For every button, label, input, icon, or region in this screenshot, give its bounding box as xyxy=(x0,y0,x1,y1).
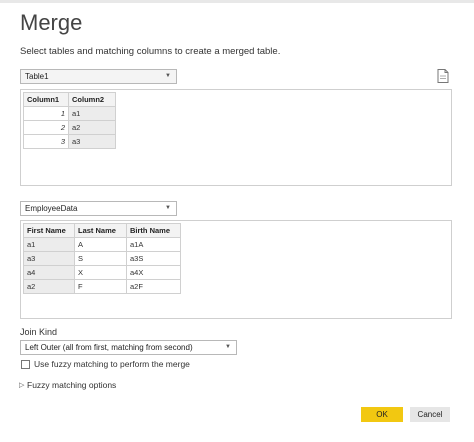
file-icon[interactable] xyxy=(437,69,449,83)
cancel-button[interactable]: Cancel xyxy=(410,407,450,422)
fuzzy-matching-label[interactable]: Use fuzzy matching to perform the merge xyxy=(34,359,190,369)
chevron-right-icon[interactable]: ▷ xyxy=(19,381,24,389)
chevron-down-icon: ▼ xyxy=(165,205,171,211)
second-table-preview: First Name Last Name Birth Name a1 A a1A… xyxy=(20,220,452,319)
table-cell: 1 xyxy=(23,106,69,121)
table-cell: a1 xyxy=(68,106,116,121)
table-cell: A xyxy=(74,237,127,252)
table-cell: 2 xyxy=(23,120,69,135)
column-header-last-name[interactable]: Last Name xyxy=(74,223,127,238)
table-row: 2 a2 xyxy=(23,120,116,135)
first-table-grid: Column1 Column2 1 a1 2 a2 3 a3 xyxy=(23,92,116,149)
title-bar-strip xyxy=(0,0,474,3)
table-cell: a3 xyxy=(68,134,116,149)
table-cell: a4X xyxy=(126,265,181,280)
column-header-first-name[interactable]: First Name xyxy=(23,223,75,238)
table-cell: a2F xyxy=(126,279,181,294)
column-header-birth-name[interactable]: Birth Name xyxy=(126,223,181,238)
first-table-select-value: Table1 xyxy=(25,72,49,81)
column-header-column1[interactable]: Column1 xyxy=(23,92,69,107)
first-table-preview: Column1 Column2 1 a1 2 a2 3 a3 xyxy=(20,89,452,186)
table-cell: F xyxy=(74,279,127,294)
table-row: a3 S a3S xyxy=(23,251,181,266)
table-row: 1 a1 xyxy=(23,106,116,121)
table-cell: a4 xyxy=(23,265,75,280)
merge-dialog: Merge Select tables and matching columns… xyxy=(0,0,474,442)
table-cell: a1A xyxy=(126,237,181,252)
table-cell: a2 xyxy=(23,279,75,294)
second-table-select[interactable]: EmployeeData ▼ xyxy=(20,201,177,216)
table-cell: 3 xyxy=(23,134,69,149)
second-table-grid: First Name Last Name Birth Name a1 A a1A… xyxy=(23,223,181,294)
column-header-column2[interactable]: Column2 xyxy=(68,92,116,107)
table-header-row: First Name Last Name Birth Name xyxy=(23,223,181,238)
dialog-title: Merge xyxy=(20,10,83,35)
fuzzy-matching-options-toggle[interactable]: Fuzzy matching options xyxy=(27,380,116,390)
table-cell: a3 xyxy=(23,251,75,266)
fuzzy-matching-checkbox[interactable] xyxy=(21,360,30,369)
table-row: a2 F a2F xyxy=(23,279,181,294)
first-table-select[interactable]: Table1 ▼ xyxy=(20,69,177,84)
ok-button[interactable]: OK xyxy=(361,407,403,422)
table-row: 3 a3 xyxy=(23,134,116,149)
table-row: a1 A a1A xyxy=(23,237,181,252)
table-row: a4 X a4X xyxy=(23,265,181,280)
table-cell: X xyxy=(74,265,127,280)
table-cell: a1 xyxy=(23,237,75,252)
table-cell: a3S xyxy=(126,251,181,266)
join-kind-select[interactable]: Left Outer (all from first, matching fro… xyxy=(20,340,237,355)
join-kind-select-value: Left Outer (all from first, matching fro… xyxy=(25,343,193,352)
dialog-subtitle: Select tables and matching columns to cr… xyxy=(20,46,281,57)
table-cell: a2 xyxy=(68,120,116,135)
chevron-down-icon: ▼ xyxy=(165,73,171,79)
table-header-row: Column1 Column2 xyxy=(23,92,116,107)
chevron-down-icon: ▼ xyxy=(225,344,231,350)
table-cell: S xyxy=(74,251,127,266)
second-table-select-value: EmployeeData xyxy=(25,204,78,213)
join-kind-label: Join Kind xyxy=(20,327,58,337)
